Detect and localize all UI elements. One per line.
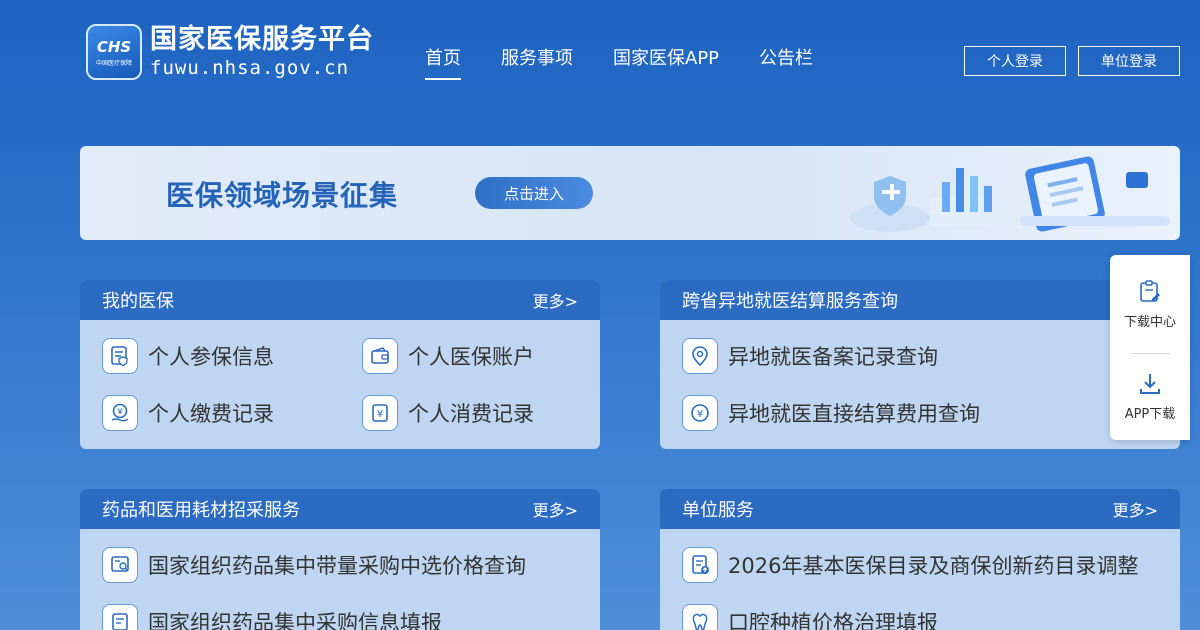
service-procurement-report[interactable]: 国家组织药品集中采购信息填报 [102, 604, 442, 630]
banner-title: 医保领域场景征集 [166, 179, 399, 212]
svg-text:¥: ¥ [697, 409, 703, 420]
card-cross-province: 跨省异地就医结算服务查询 异地就医备案记录查询 ¥ 异地就医直接结算费用查询 [660, 280, 1180, 449]
nav-app[interactable]: 国家医保APP [613, 44, 719, 80]
unit-login-button[interactable]: 单位登录 [1078, 46, 1180, 76]
service-settlement-query[interactable]: ¥ 异地就医直接结算费用查询 [682, 395, 980, 431]
service-price-query[interactable]: 国家组织药品集中带量采购中选价格查询 [102, 547, 526, 583]
card-title: 我的医保 [102, 291, 174, 312]
service-catalog-adjustment[interactable]: 2026年基本医保目录及商保创新药目录调整 [682, 547, 1138, 583]
clipboard-edit-icon [1140, 280, 1160, 302]
service-label: 口腔种植价格治理填报 [728, 611, 938, 630]
side-divider [1130, 353, 1170, 354]
service-label: 异地就医直接结算费用查询 [728, 402, 980, 426]
scenario-banner[interactable]: 医保领域场景征集 点击进入 [80, 146, 1180, 240]
service-label: 国家组织药品集中采购信息填报 [148, 611, 442, 630]
app-download-label: APP下载 [1124, 407, 1176, 422]
document-upload-icon [682, 547, 718, 583]
svg-text:¥: ¥ [377, 409, 383, 420]
side-float-panel: 下载中心 APP下载 [1110, 255, 1190, 440]
service-label: 个人参保信息 [148, 345, 274, 369]
card-title: 单位服务 [682, 500, 754, 521]
site-domain: fuwu.nhsa.gov.cn [150, 57, 350, 79]
logo-badge-text: CHS [96, 37, 132, 56]
more-link[interactable]: 更多> [533, 497, 578, 521]
logo-badge-sub: 中国医疗保障 [95, 59, 132, 67]
service-personal-info[interactable]: 个人参保信息 [102, 338, 274, 374]
site-title: 国家医保服务平台 [150, 24, 374, 55]
banner-enter-button[interactable]: 点击进入 [475, 177, 593, 209]
yen-hand-icon: ¥ [102, 395, 138, 431]
personal-login-button[interactable]: 个人登录 [964, 46, 1066, 76]
card-my-insurance: 我的医保 更多> 个人参保信息 个人医保账户 ¥ 个人缴费记录 ¥ 个人消费记录 [80, 280, 600, 449]
document-shield-icon [102, 338, 138, 374]
tooth-icon [682, 604, 718, 630]
service-label: 异地就医备案记录查询 [728, 345, 938, 369]
svg-text:¥: ¥ [117, 408, 123, 418]
search-document-icon [102, 547, 138, 583]
nav-home[interactable]: 首页 [425, 44, 461, 80]
yen-receipt-icon: ¥ [362, 395, 398, 431]
service-label: 个人医保账户 [408, 345, 534, 369]
service-personal-account[interactable]: 个人医保账户 [362, 338, 534, 374]
app-download-button[interactable]: APP下载 [1110, 371, 1190, 422]
service-filing-query[interactable]: 异地就医备案记录查询 [682, 338, 938, 374]
edit-document-icon [102, 604, 138, 630]
service-dental-implant[interactable]: 口腔种植价格治理填报 [682, 604, 938, 630]
nav-services[interactable]: 服务事项 [501, 44, 573, 80]
card-unit-service: 单位服务 更多> 2026年基本医保目录及商保创新药目录调整 口腔种植价格治理填… [660, 489, 1180, 630]
service-label: 2026年基本医保目录及商保创新药目录调整 [728, 554, 1139, 578]
service-consumption-record[interactable]: ¥ 个人消费记录 [362, 395, 534, 431]
service-label: 个人缴费记录 [148, 402, 274, 426]
card-drug-procurement: 药品和医用耗材招采服务 更多> 国家组织药品集中带量采购中选价格查询 国家组织药… [80, 489, 600, 630]
card-title: 跨省异地就医结算服务查询 [682, 291, 898, 312]
service-payment-record[interactable]: ¥ 个人缴费记录 [102, 395, 274, 431]
login-area: 个人登录 单位登录 [952, 46, 1180, 76]
service-label: 国家组织药品集中带量采购中选价格查询 [148, 554, 526, 578]
site-logo[interactable]: CHS 中国医疗保障 国家医保服务平台 fuwu.nhsa.gov.cn [86, 24, 374, 80]
main-nav: 首页 服务事项 国家医保APP 公告栏 [425, 44, 853, 80]
card-title: 药品和医用耗材招采服务 [102, 500, 300, 521]
wallet-icon [362, 338, 398, 374]
download-center-label: 下载中心 [1123, 315, 1176, 330]
download-center-button[interactable]: 下载中心 [1110, 279, 1190, 330]
nav-notice[interactable]: 公告栏 [759, 44, 813, 80]
banner-illustration-icon [850, 156, 1170, 232]
more-link[interactable]: 更多> [533, 288, 578, 312]
yen-coin-icon: ¥ [682, 395, 718, 431]
more-link[interactable]: 更多> [1113, 497, 1158, 521]
location-pin-icon [682, 338, 718, 374]
download-icon [1140, 374, 1160, 394]
chs-logo-badge: CHS 中国医疗保障 [86, 24, 142, 80]
service-label: 个人消费记录 [408, 402, 534, 426]
